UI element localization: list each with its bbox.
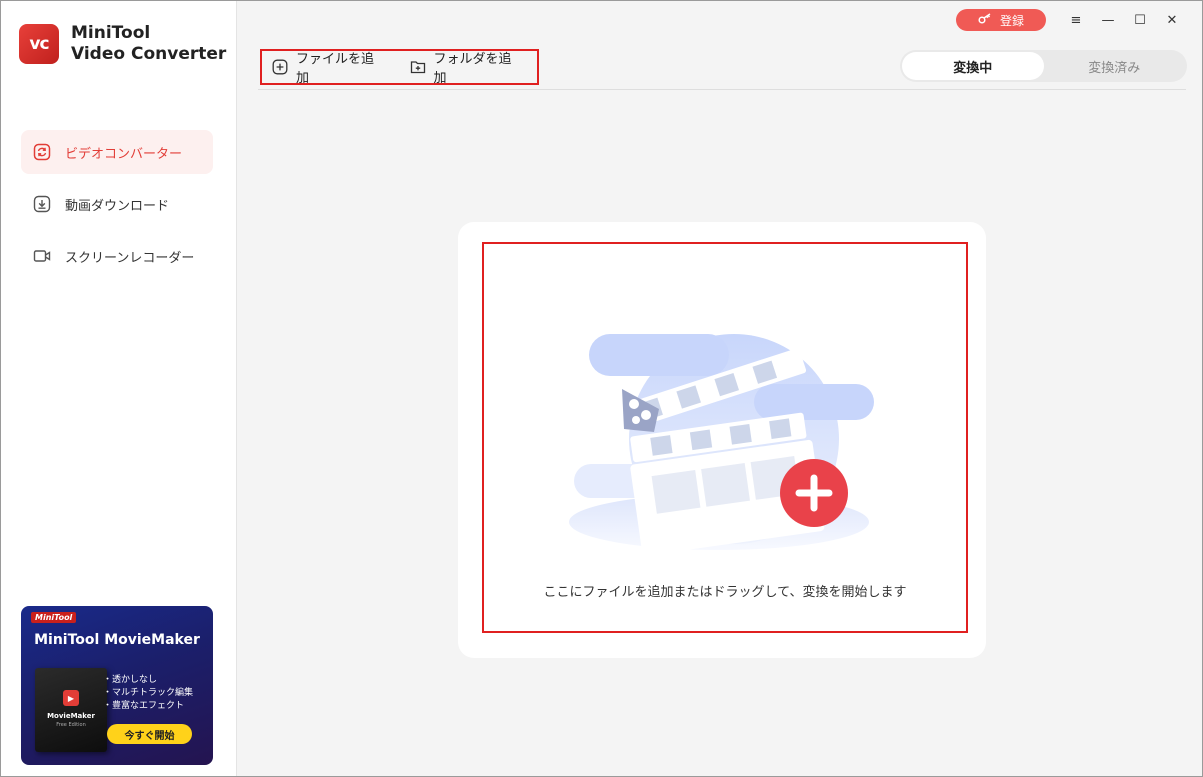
moviemaker-box-image: ▶ MovieMaker Free Edition [35,668,107,752]
key-icon [978,12,992,28]
moviemaker-promo[interactable]: MiniTool MiniTool MovieMaker ▶ MovieMake… [21,606,213,765]
promo-feature: ・豊富なエフェクト [103,701,185,711]
minimize-icon[interactable]: — [1092,9,1124,31]
sidebar-item-video-converter[interactable]: ビデオコンバーター [21,130,213,174]
promo-features: ・透かしなし ・マルチトラック編集 ・豊富なエフェクト [103,674,193,713]
drop-zone-hint: ここにファイルを追加またはドラッグして、変換を開始します [543,585,907,600]
promo-badge: MiniTool [31,612,77,623]
convert-icon [33,143,51,161]
close-icon[interactable]: ✕ [1156,9,1188,31]
add-file-label: ファイルを追加 [296,52,375,86]
sidebar-item-label: ビデオコンバーター [65,146,183,162]
window-controls: 登録 ≡ — ☐ ✕ [956,9,1188,31]
add-toolbar: ファイルを追加 フォルダを追加 [260,48,539,86]
maximize-icon[interactable]: ☐ [1124,9,1156,31]
plus-circle-icon [780,459,848,527]
app-name-line1: MiniTool [71,23,151,43]
menu-icon[interactable]: ≡ [1060,9,1092,31]
conversion-tabs: 変換中 変換済み [900,50,1187,82]
promo-box-name: MovieMaker [47,712,95,720]
brand: vc MiniTool Video Converter [19,23,226,65]
app-name-line2: Video Converter [71,44,227,64]
file-drop-zone[interactable]: ここにファイルを追加またはドラッグして、変換を開始します [482,242,968,633]
app-logo: vc [19,24,59,64]
tab-converting[interactable]: 変換中 [902,52,1044,80]
app-logo-text: vc [29,34,49,54]
promo-feature: ・マルチトラック編集 [103,688,194,698]
sidebar-nav: ビデオコンバーター 動画ダウンロード スクリーンレコーダー [21,130,213,286]
add-folder-button[interactable]: フォルダを追加 [410,48,520,86]
plus-square-icon [272,59,288,75]
folder-plus-icon [410,59,426,75]
sidebar-item-label: スクリーンレコーダー [65,250,195,266]
register-button[interactable]: 登録 [956,9,1046,31]
sidebar-item-video-download[interactable]: 動画ダウンロード [21,182,213,226]
app-name: MiniTool Video Converter [71,23,226,65]
register-label: 登録 [999,13,1024,28]
add-file-button[interactable]: ファイルを追加 [272,48,382,86]
sidebar-item-label: 動画ダウンロード [65,198,170,214]
promo-feature: ・透かしなし [103,675,158,685]
download-icon [33,195,51,213]
moviemaker-logo-icon: ▶ [63,690,79,706]
promo-box-sub: Free Edition [56,722,86,728]
clapperboard-illustration [564,314,874,558]
toolbar-divider [258,89,1186,90]
tab-converted[interactable]: 変換済み [1044,52,1186,80]
promo-title: MiniTool MovieMaker [34,632,200,648]
camera-icon [33,247,51,265]
promo-start-button[interactable]: 今すぐ開始 [107,724,192,744]
app-window: vc MiniTool Video Converter ビデオコンバーター 動画… [0,0,1203,777]
sidebar-item-screen-recorder[interactable]: スクリーンレコーダー [21,234,213,278]
sidebar: vc MiniTool Video Converter ビデオコンバーター 動画… [1,1,237,776]
add-folder-label: フォルダを追加 [433,52,512,86]
